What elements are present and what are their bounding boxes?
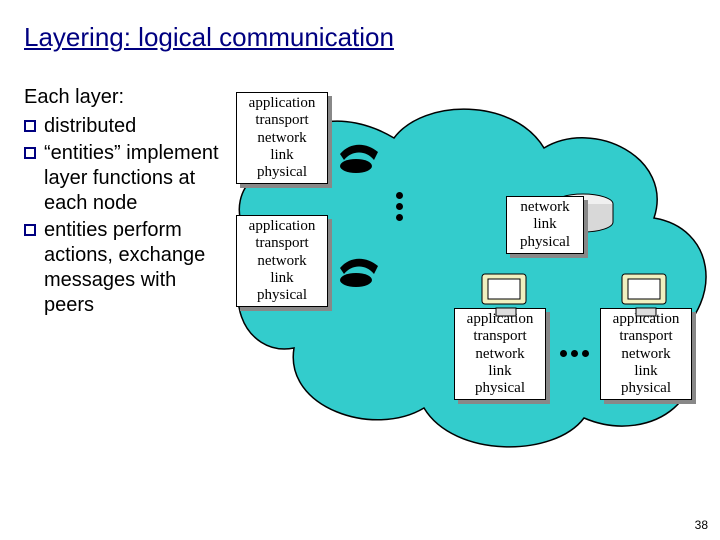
layer-label: application [239,218,325,235]
layer-label: network [603,346,689,363]
page-number: 38 [695,518,708,532]
layer-label: network [239,253,325,270]
layer-label: physical [509,234,581,251]
monitor-icon [476,270,536,320]
body-heading: Each layer: [24,85,224,110]
layer-stack-short: network link physical [506,196,584,254]
bullet-text: “entities” implement layer functions at … [44,141,224,216]
bullet-icon [24,224,36,236]
layer-stack: application transport network link physi… [236,92,328,184]
monitor-icon [616,270,676,320]
layer-label: link [603,363,689,380]
phone-icon [336,140,382,174]
layer-label: network [509,199,581,216]
bullet-list: distributed “entities” implement layer f… [24,114,224,318]
layer-label: network [239,130,325,147]
bullet-text: distributed [44,114,136,139]
bullet-icon [24,120,36,132]
bullet-item: entities perform actions, exchange messa… [24,218,224,318]
layer-label: transport [239,112,325,129]
layer-label: transport [603,328,689,345]
layer-stack: application transport network link physi… [454,308,546,400]
layer-label: transport [239,235,325,252]
layer-label: link [239,147,325,164]
layer-label: physical [239,164,325,181]
connection-dots [396,192,403,221]
layer-label: physical [603,380,689,397]
connection-dots [560,350,589,357]
layer-stack: application transport network link physi… [236,215,328,307]
layer-label: transport [457,328,543,345]
phone-icon [336,254,382,288]
layer-label: link [457,363,543,380]
slide-title: Layering: logical communication [24,22,394,53]
body-text: Each layer: distributed “entities” imple… [24,85,224,318]
bullet-item: “entities” implement layer functions at … [24,141,224,216]
layer-label: application [239,95,325,112]
bullet-text: entities perform actions, exchange messa… [44,218,224,318]
bullet-icon [24,147,36,159]
layer-label: link [239,270,325,287]
layer-label: network [457,346,543,363]
layer-label: physical [239,287,325,304]
bullet-item: distributed [24,114,224,139]
layer-stack: application transport network link physi… [600,308,692,400]
layer-label: link [509,216,581,233]
layer-label: physical [457,380,543,397]
